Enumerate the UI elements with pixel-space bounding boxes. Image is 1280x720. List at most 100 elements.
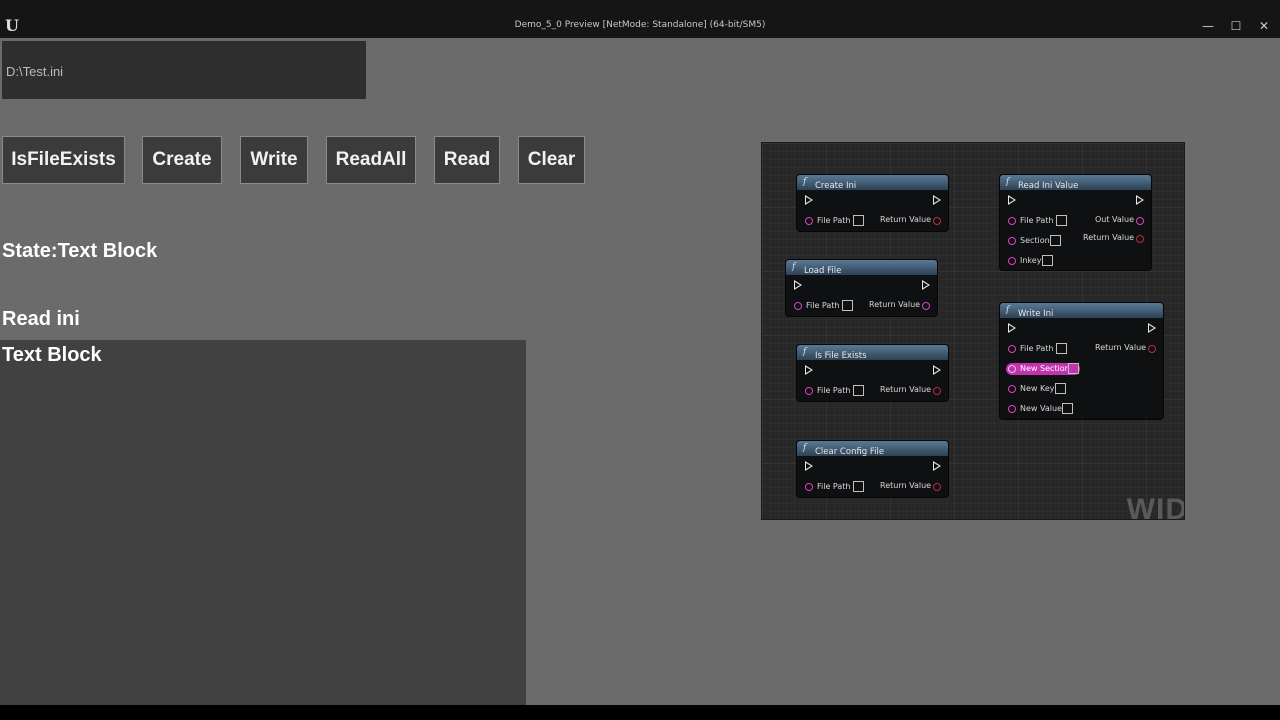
function-icon: f	[1006, 177, 1010, 187]
create-button[interactable]: Create	[142, 136, 222, 184]
input-pin-icon	[1008, 217, 1016, 225]
window-title-bar: U Demo_5_0 Preview [NetMode: Standalone]…	[0, 0, 1280, 38]
read-ini-heading: Read ini	[2, 308, 80, 330]
input-pin-icon	[1008, 365, 1016, 373]
pin-label: Out Value	[1095, 215, 1135, 224]
exec-in-pin-icon	[805, 365, 813, 375]
function-icon: f	[1006, 305, 1010, 315]
pin-label: File Path	[817, 482, 851, 491]
node-header: f Clear Config File	[797, 441, 948, 457]
checkbox-icon	[853, 481, 864, 492]
exec-out-pin-icon	[933, 365, 941, 375]
checkbox-icon	[1055, 383, 1066, 394]
function-icon: f	[803, 347, 807, 357]
pin-label: Return Value	[880, 215, 932, 224]
input-pin-icon	[1008, 257, 1016, 265]
output-pin-icon	[933, 483, 941, 491]
pin-label: File Path	[1020, 344, 1054, 353]
exec-out-pin-icon	[1136, 195, 1144, 205]
pin-label: New Section	[1020, 364, 1070, 373]
minimize-button[interactable]: —	[1196, 16, 1220, 36]
pin-label: Return Value	[1095, 343, 1147, 352]
input-pin-icon	[805, 217, 813, 225]
exec-in-pin-icon	[1008, 323, 1016, 333]
output-panel: Text Block	[0, 340, 526, 705]
output-text: Text Block	[2, 344, 102, 366]
pin-label: File Path	[817, 386, 851, 395]
function-icon: f	[803, 177, 807, 187]
input-pin-icon	[805, 387, 813, 395]
output-pin-icon	[1148, 345, 1156, 353]
pin-label: Return Value	[880, 481, 932, 490]
node-title: Create Ini	[815, 181, 857, 191]
node-create-ini: f Create Ini File Path Return Value	[797, 175, 948, 231]
exec-out-pin-icon	[922, 280, 930, 290]
node-read-ini-value: f Read Ini Value File Path Section Inkey…	[1000, 175, 1151, 270]
close-button[interactable]: ✕	[1252, 16, 1276, 36]
function-icon: f	[792, 262, 796, 272]
node-title: Is File Exists	[815, 351, 867, 361]
exec-out-pin-icon	[933, 195, 941, 205]
checkbox-icon	[842, 300, 853, 311]
pin-label: File Path	[1020, 216, 1054, 225]
pin-label: Return Value	[869, 300, 921, 309]
is-file-exists-button[interactable]: IsFileExists	[2, 136, 125, 184]
blueprint-graph-image: f Create Ini File Path Return Value f Lo…	[761, 142, 1185, 520]
node-clear-config-file: f Clear Config File File Path Return Val…	[797, 441, 948, 497]
read-button[interactable]: Read	[434, 136, 500, 184]
output-pin-icon	[1136, 235, 1144, 243]
node-header: f Is File Exists	[797, 345, 948, 361]
input-pin-icon	[805, 483, 813, 491]
node-header: f Load File	[786, 260, 937, 276]
node-load-file: f Load File File Path Return Value	[786, 260, 937, 316]
checkbox-icon	[1042, 255, 1053, 266]
pin-label: Return Value	[1083, 233, 1135, 242]
clear-button[interactable]: Clear	[518, 136, 585, 184]
state-text: State:Text Block	[2, 240, 158, 262]
output-pin-icon	[1136, 217, 1144, 225]
read-all-button[interactable]: ReadAll	[326, 136, 416, 184]
pin-label: Inkey	[1020, 256, 1042, 265]
node-write-ini: f Write Ini File Path New Section New Ke…	[1000, 303, 1163, 419]
node-header: f Create Ini	[797, 175, 948, 191]
watermark-text: WID	[1126, 493, 1185, 520]
node-header: f Read Ini Value	[1000, 175, 1151, 191]
input-pin-icon	[1008, 405, 1016, 413]
exec-out-pin-icon	[933, 461, 941, 471]
input-pin-icon	[1008, 237, 1016, 245]
node-title: Clear Config File	[815, 447, 885, 457]
exec-in-pin-icon	[1008, 195, 1016, 205]
input-pin-icon	[1008, 385, 1016, 393]
file-path-input[interactable]: D:\Test.ini	[2, 41, 366, 99]
exec-in-pin-icon	[805, 461, 813, 471]
pin-label: Return Value	[880, 385, 932, 394]
output-pin-icon	[933, 217, 941, 225]
checkbox-icon	[1062, 403, 1073, 414]
node-title: Write Ini	[1018, 309, 1054, 319]
game-viewport: D:\Test.ini IsFileExists Create Write Re…	[0, 38, 1280, 705]
checkbox-icon	[1068, 363, 1079, 374]
node-title: Read Ini Value	[1018, 181, 1079, 191]
pin-label: New Value	[1020, 404, 1062, 413]
write-button[interactable]: Write	[240, 136, 308, 184]
input-pin-icon	[1008, 345, 1016, 353]
maximize-button[interactable]: ☐	[1224, 16, 1248, 36]
output-pin-icon	[922, 302, 930, 310]
function-icon: f	[803, 443, 807, 453]
exec-in-pin-icon	[805, 195, 813, 205]
exec-out-pin-icon	[1148, 323, 1156, 333]
file-path-value: D:\Test.ini	[6, 64, 64, 79]
output-pin-icon	[933, 387, 941, 395]
checkbox-icon	[853, 215, 864, 226]
pin-label: File Path	[806, 301, 840, 310]
pin-label: File Path	[817, 216, 851, 225]
checkbox-icon	[1050, 235, 1061, 246]
node-is-file-exists: f Is File Exists File Path Return Value	[797, 345, 948, 401]
pin-label: Section	[1020, 236, 1050, 245]
window-title: Demo_5_0 Preview [NetMode: Standalone] (…	[514, 20, 766, 30]
pin-label: New Key	[1020, 384, 1055, 393]
exec-in-pin-icon	[794, 280, 802, 290]
checkbox-icon	[1056, 343, 1067, 354]
input-pin-icon	[794, 302, 802, 310]
checkbox-icon	[853, 385, 864, 396]
